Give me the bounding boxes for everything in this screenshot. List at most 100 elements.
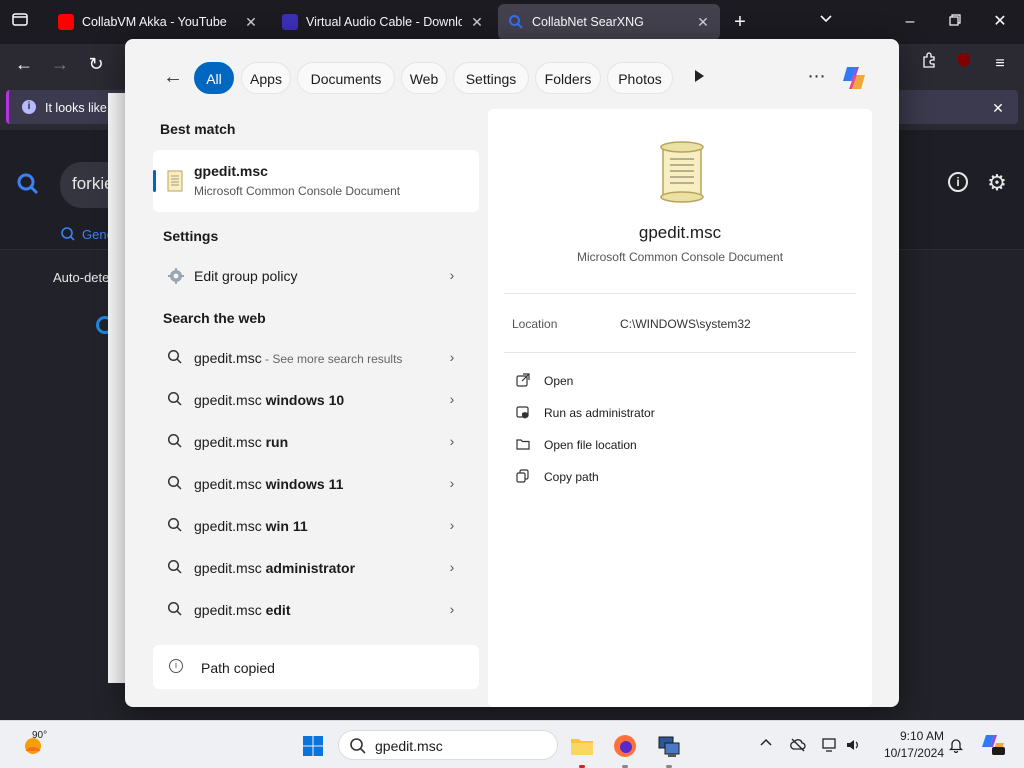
search-icon	[167, 475, 185, 493]
taskbar-search-box[interactable]: gpedit.msc	[338, 730, 558, 760]
vac-icon	[282, 14, 298, 30]
filter-documents[interactable]: Documents	[297, 62, 395, 94]
network-computer-icon[interactable]	[656, 733, 682, 759]
file-explorer-icon[interactable]	[569, 733, 595, 759]
divider	[504, 352, 856, 353]
location-value: C:\WINDOWS\system32	[620, 317, 751, 331]
preview-pane: gpedit.msc Microsoft Common Console Docu…	[488, 109, 872, 707]
info-icon: i	[22, 100, 36, 114]
chevron-right-icon: ›	[449, 559, 455, 575]
filter-apps[interactable]: Apps	[241, 62, 291, 94]
notification-bell-icon[interactable]	[948, 737, 964, 754]
more-filters-play-icon[interactable]	[695, 70, 704, 82]
settings-item-edit-group-policy[interactable]: Edit group policy ›	[153, 256, 479, 296]
web-result-6[interactable]: gpedit.msc edit ›	[153, 590, 479, 630]
web-result-2[interactable]: gpedit.msc run ›	[153, 422, 479, 462]
search-web-title: Search the web	[163, 310, 266, 326]
search-icon	[508, 14, 524, 30]
divider	[504, 293, 856, 294]
status-text: Path copied	[201, 660, 275, 676]
taskbar-search-text: gpedit.msc	[375, 738, 443, 754]
filter-settings[interactable]: Settings	[453, 62, 529, 94]
minimize-icon[interactable]: –	[898, 10, 922, 34]
scroll-document-icon	[651, 139, 711, 203]
location-label: Location	[512, 317, 558, 331]
shield-admin-icon	[516, 405, 530, 419]
chevron-down-icon[interactable]	[814, 10, 838, 34]
filter-all[interactable]: All	[194, 62, 234, 94]
about-icon[interactable]: i	[948, 172, 968, 192]
chevron-right-icon: ›	[449, 267, 455, 283]
chevron-right-icon: ›	[449, 349, 455, 365]
volume-icon[interactable]	[845, 737, 861, 753]
filter-web[interactable]: Web	[401, 62, 447, 94]
browser-tab-bar: CollabVM Akka - YouTube ✕ Virtual Audio …	[0, 0, 1024, 44]
searxng-search-icon[interactable]	[16, 172, 40, 196]
restore-icon[interactable]	[943, 10, 967, 34]
settings-gear-icon	[167, 267, 185, 285]
auto-detect-label: Auto-dete	[53, 270, 110, 285]
close-window-icon[interactable]: ✕	[988, 10, 1012, 34]
close-tab-icon[interactable]: ✕	[244, 14, 258, 31]
search-icon	[60, 226, 76, 242]
best-match-item[interactable]: gpedit.msc Microsoft Common Console Docu…	[153, 150, 479, 212]
action-open[interactable]: Open	[512, 369, 842, 393]
action-run-as-administrator[interactable]: Run as administrator	[512, 401, 842, 425]
cloud-offline-icon[interactable]	[790, 737, 806, 753]
tab-list-icon[interactable]	[8, 10, 32, 34]
web-result-1[interactable]: gpedit.msc windows 10 ›	[153, 380, 479, 420]
ublock-icon[interactable]	[952, 52, 976, 76]
display-icon[interactable]	[822, 737, 838, 753]
preview-type: Microsoft Common Console Document	[576, 250, 784, 264]
extensions-icon[interactable]	[917, 52, 941, 76]
web-result-5[interactable]: gpedit.msc administrator ›	[153, 548, 479, 588]
best-match-name: gpedit.msc	[194, 163, 268, 179]
search-icon	[167, 349, 185, 367]
close-notification-icon[interactable]: ✕	[986, 96, 1010, 120]
copilot-pre-icon[interactable]	[980, 732, 1006, 758]
tab-collabnet-searxng[interactable]: CollabNet SearXNG ✕	[498, 4, 720, 40]
notification-text: It looks like	[45, 101, 107, 115]
tab-youtube[interactable]: CollabVM Akka - YouTube ✕	[48, 4, 268, 40]
best-match-title: Best match	[160, 121, 236, 137]
close-tab-icon[interactable]: ✕	[470, 14, 484, 31]
search-icon	[167, 391, 185, 409]
web-result-4[interactable]: gpedit.msc win 11 ›	[153, 506, 479, 546]
gear-icon[interactable]: ⚙	[986, 172, 1008, 194]
windows-start-icon[interactable]	[302, 735, 324, 757]
search-icon	[167, 559, 185, 577]
clock-date[interactable]: 10/17/2024	[872, 746, 944, 760]
copilot-icon[interactable]	[839, 63, 869, 93]
web-result-0[interactable]: gpedit.msc - See more search results ›	[153, 338, 479, 378]
filter-folders[interactable]: Folders	[535, 62, 601, 94]
close-tab-icon[interactable]: ✕	[696, 14, 710, 31]
start-search-panel: ← All Apps Documents Web Settings Folder…	[125, 39, 899, 707]
back-arrow-icon[interactable]: ←	[161, 65, 185, 89]
clock-time[interactable]: 9:10 AM	[880, 729, 944, 743]
back-icon[interactable]: ←	[12, 52, 36, 76]
new-tab-icon[interactable]: +	[728, 10, 752, 34]
action-copy-path[interactable]: Copy path	[512, 465, 842, 489]
chevron-up-icon[interactable]	[758, 737, 774, 753]
reload-icon[interactable]: ↻	[84, 52, 108, 76]
scroll-document-icon	[165, 169, 185, 193]
chevron-right-icon: ›	[449, 433, 455, 449]
more-options-icon[interactable]: ⋯	[805, 65, 829, 87]
forward-icon[interactable]: →	[48, 52, 72, 76]
tab-virtual-audio-cable[interactable]: Virtual Audio Cable - Download ✕	[272, 4, 494, 40]
best-match-type: Microsoft Common Console Document	[194, 184, 401, 198]
status-toast: i Path copied	[153, 645, 479, 689]
open-external-icon	[516, 373, 530, 387]
chevron-right-icon: ›	[449, 517, 455, 533]
firefox-icon[interactable]	[612, 733, 638, 759]
chevron-right-icon: ›	[449, 391, 455, 407]
selection-accent	[153, 170, 156, 192]
filter-photos[interactable]: Photos	[607, 62, 673, 94]
search-icon	[167, 433, 185, 451]
web-result-3[interactable]: gpedit.msc windows 11 ›	[153, 464, 479, 504]
chevron-right-icon: ›	[449, 475, 455, 491]
action-open-file-location[interactable]: Open file location	[512, 433, 842, 457]
menu-icon[interactable]: ≡	[988, 52, 1012, 76]
info-icon: i	[169, 659, 183, 673]
folder-icon	[516, 437, 530, 451]
